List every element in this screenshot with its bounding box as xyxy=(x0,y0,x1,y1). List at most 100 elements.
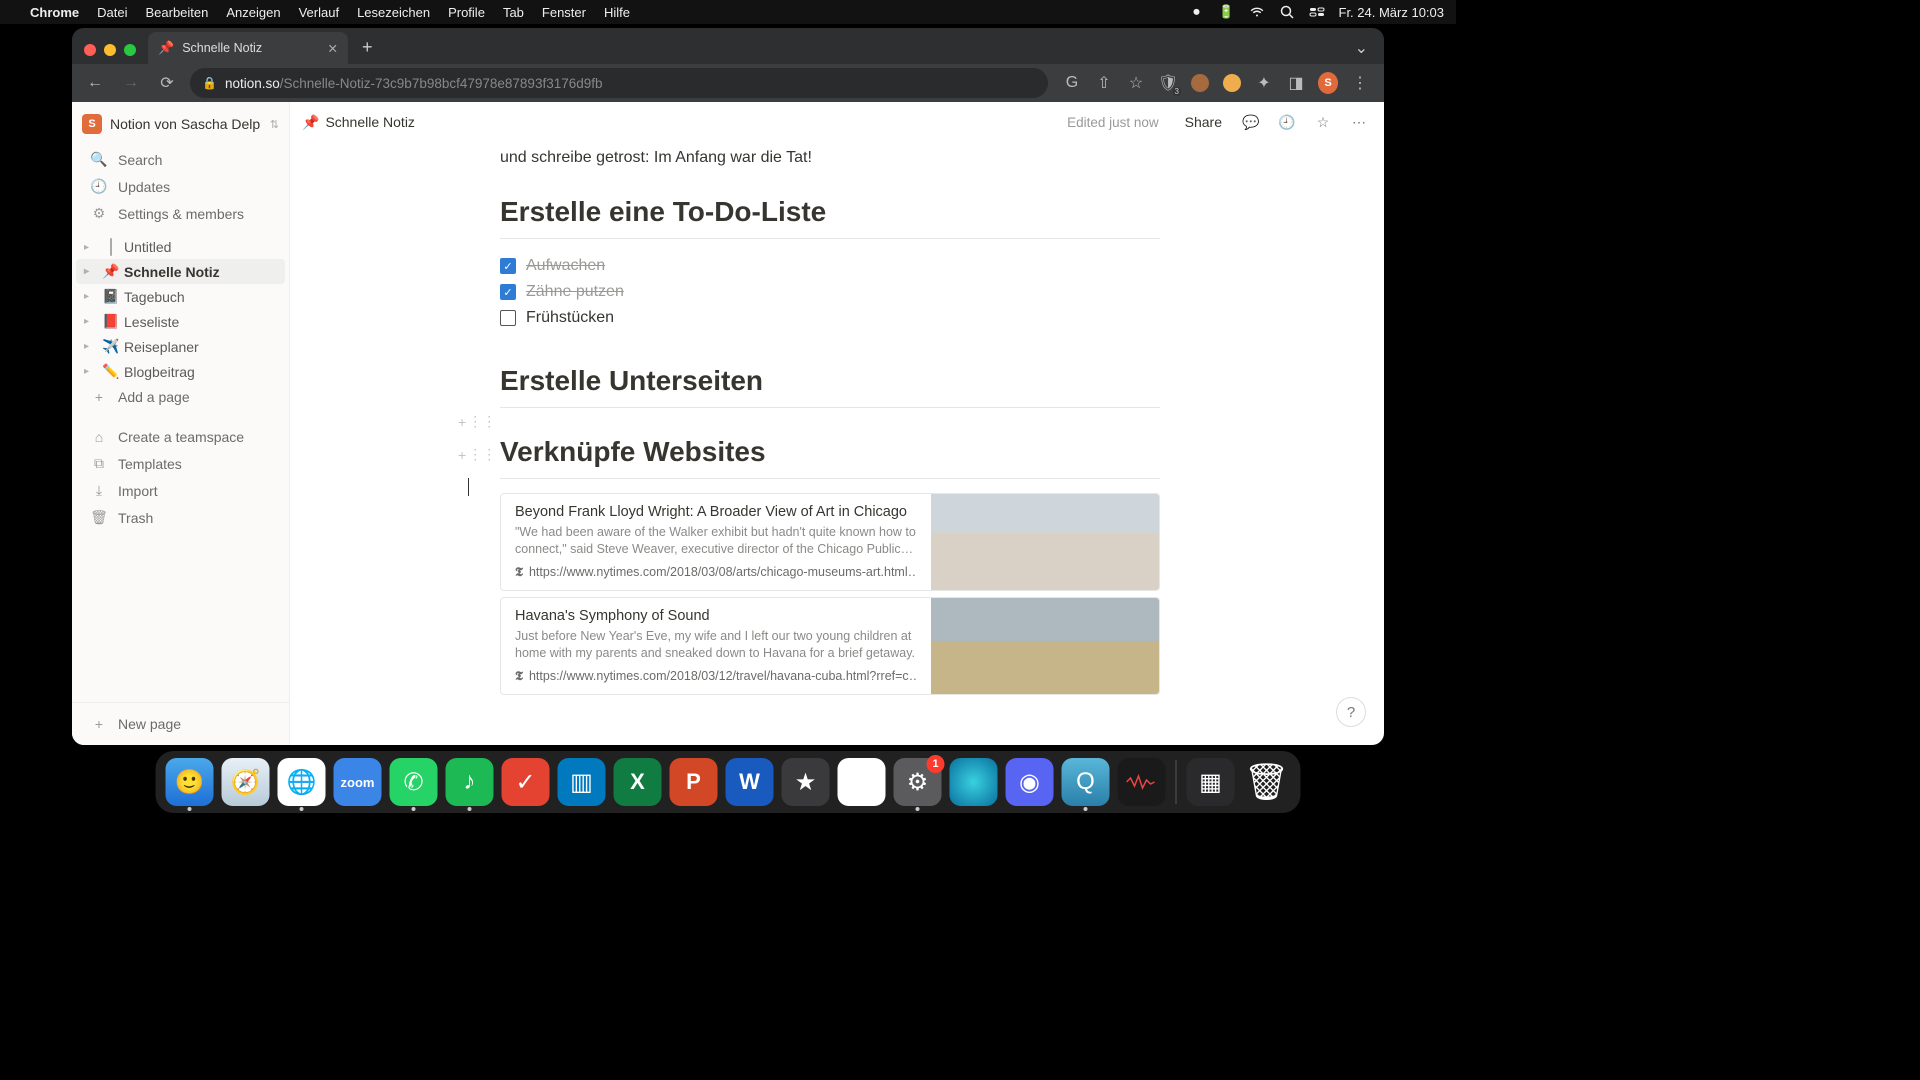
extension-icon[interactable] xyxy=(1222,73,1242,93)
heading-todo[interactable]: Erstelle eine To-Do-Liste xyxy=(500,196,1160,228)
menu-lesezeichen[interactable]: Lesezeichen xyxy=(357,5,430,20)
dock-app-settings[interactable]: ⚙1 xyxy=(894,758,942,806)
sidebar-new-page[interactable]: + New page xyxy=(76,711,285,737)
caret-icon[interactable]: ▸ xyxy=(84,266,98,277)
sidebar-page-leseliste[interactable]: ▸ 📕 Leseliste xyxy=(76,309,285,334)
dock-app-whatsapp[interactable]: ✆ xyxy=(390,758,438,806)
heading-links[interactable]: Verknüpfe Websites xyxy=(500,436,1160,468)
todo-label[interactable]: Aufwachen xyxy=(526,257,605,275)
block-handle[interactable]: + ⋮⋮ xyxy=(458,413,496,430)
menu-bearbeiten[interactable]: Bearbeiten xyxy=(145,5,208,20)
dock-app-finder[interactable]: 🙂 xyxy=(166,758,214,806)
menu-verlauf[interactable]: Verlauf xyxy=(299,5,339,20)
dock-app-siri[interactable] xyxy=(950,758,998,806)
menubar-app-name[interactable]: Chrome xyxy=(30,5,79,20)
dock-app-powerpoint[interactable]: P xyxy=(670,758,718,806)
sidebar-settings[interactable]: ⚙ Settings & members xyxy=(76,200,285,227)
caret-icon[interactable]: ▸ xyxy=(84,341,98,352)
dock-app-trello[interactable]: ▥ xyxy=(558,758,606,806)
web-bookmark[interactable]: Havana's Symphony of Sound Just before N… xyxy=(500,597,1160,695)
tab-list-chevron-icon[interactable]: ⌄ xyxy=(1347,38,1376,64)
favorite-star-icon[interactable]: ☆ xyxy=(1310,109,1336,135)
lock-icon[interactable]: 🔒 xyxy=(202,76,217,90)
dock-app-chrome[interactable]: 🌐 xyxy=(278,758,326,806)
updates-clock-icon[interactable]: 🕘 xyxy=(1274,109,1300,135)
dock-app-quicktime[interactable]: Q xyxy=(1062,758,1110,806)
breadcrumb[interactable]: 📌 Schnelle Notiz xyxy=(302,114,415,131)
window-minimize-button[interactable] xyxy=(104,44,116,56)
spotlight-icon[interactable] xyxy=(1279,4,1295,20)
page-content[interactable]: und schreibe getrost: Im Anfang war die … xyxy=(290,142,1384,745)
todo-label[interactable]: Zähne putzen xyxy=(526,283,624,301)
todo-item[interactable]: ✓ Zähne putzen xyxy=(500,279,1160,305)
checkbox-checked-icon[interactable]: ✓ xyxy=(500,258,516,274)
sidebar-add-page[interactable]: + Add a page xyxy=(76,384,285,410)
empty-block[interactable]: + ⋮⋮ xyxy=(500,407,1160,408)
todo-label[interactable]: Frühstücken xyxy=(526,309,614,327)
block-handle[interactable]: + ⋮⋮ xyxy=(458,446,496,463)
caret-icon[interactable]: ▸ xyxy=(84,291,98,302)
plus-icon[interactable]: + xyxy=(458,414,466,430)
drag-handle-icon[interactable]: ⋮⋮ xyxy=(468,413,496,430)
comments-icon[interactable]: 💬 xyxy=(1238,109,1264,135)
new-tab-button[interactable]: + xyxy=(354,37,381,64)
share-button[interactable]: Share xyxy=(1179,110,1228,134)
more-menu-icon[interactable]: ⋯ xyxy=(1346,109,1372,135)
sidebar-page-untitled[interactable]: ▸ Untitled xyxy=(76,235,285,259)
menu-profile[interactable]: Profile xyxy=(448,5,485,20)
dock-app-voicememos[interactable] xyxy=(1118,758,1166,806)
dock-app-launchpad[interactable]: ▦ xyxy=(1187,758,1235,806)
browser-tab[interactable]: 📌 Schnelle Notiz ✕ xyxy=(148,32,348,64)
dock-app-excel[interactable]: X xyxy=(614,758,662,806)
control-center-icon[interactable] xyxy=(1309,4,1325,20)
window-zoom-button[interactable] xyxy=(124,44,136,56)
battery-icon[interactable]: 🔋 xyxy=(1219,4,1235,20)
help-button[interactable]: ? xyxy=(1336,697,1366,727)
todo-item[interactable]: Frühstücken xyxy=(500,305,1160,331)
menu-anzeigen[interactable]: Anzeigen xyxy=(226,5,280,20)
plus-icon[interactable]: + xyxy=(458,447,466,463)
menu-tab[interactable]: Tab xyxy=(503,5,524,20)
workspace-switcher[interactable]: S Notion von Sascha Delp ⇅ xyxy=(72,102,289,146)
dock-app-todoist[interactable]: ✓ xyxy=(502,758,550,806)
menu-datei[interactable]: Datei xyxy=(97,5,127,20)
dock-app-discord[interactable]: ◉ xyxy=(1006,758,1054,806)
sidebar-page-reiseplaner[interactable]: ▸ ✈️ Reiseplaner xyxy=(76,334,285,359)
menu-fenster[interactable]: Fenster xyxy=(542,5,586,20)
extensions-puzzle-icon[interactable]: ✦ xyxy=(1254,73,1274,93)
profile-avatar[interactable]: S xyxy=(1318,73,1338,93)
dock-app-imovie[interactable]: ★ xyxy=(782,758,830,806)
dock-app-spotify[interactable]: ♪ xyxy=(446,758,494,806)
heading-subpages[interactable]: Erstelle Unterseiten xyxy=(500,365,1160,397)
extension-shield-icon[interactable]: 🛡3 xyxy=(1158,73,1178,93)
address-bar[interactable]: 🔒 notion.so/Schnelle-Notiz-73c9b7b98bcf4… xyxy=(190,68,1048,98)
drag-handle-icon[interactable]: ⋮⋮ xyxy=(468,446,496,463)
screenrecord-icon[interactable]: ⏺ xyxy=(1189,4,1205,20)
wifi-icon[interactable] xyxy=(1249,4,1265,20)
sidepanel-icon[interactable]: ◨ xyxy=(1286,73,1306,93)
sidebar-page-blogbeitrag[interactable]: ▸ ✏️ Blogbeitrag xyxy=(76,359,285,384)
forward-button[interactable]: → xyxy=(118,70,144,96)
window-close-button[interactable] xyxy=(84,44,96,56)
sidebar-templates[interactable]: ⧉ Templates xyxy=(76,450,285,477)
sidebar-create-teamspace[interactable]: ⌂ Create a teamspace xyxy=(76,424,285,450)
caret-icon[interactable]: ▸ xyxy=(84,242,98,253)
tab-close-icon[interactable]: ✕ xyxy=(328,41,338,56)
dock-app-gdrive[interactable]: △ xyxy=(838,758,886,806)
checkbox-checked-icon[interactable]: ✓ xyxy=(500,284,516,300)
sidebar-page-tagebuch[interactable]: ▸ 📓 Tagebuch xyxy=(76,284,285,309)
caret-icon[interactable]: ▸ xyxy=(84,366,98,377)
text-block[interactable]: und schreibe getrost: Im Anfang war die … xyxy=(500,146,1160,170)
dock-app-word[interactable]: W xyxy=(726,758,774,806)
dock-trash[interactable]: 🗑 xyxy=(1243,758,1291,806)
dock-app-safari[interactable]: 🧭 xyxy=(222,758,270,806)
share-icon[interactable]: ⇧ xyxy=(1094,73,1114,93)
sidebar-search[interactable]: 🔍 Search xyxy=(76,146,285,173)
google-translate-icon[interactable]: G xyxy=(1062,73,1082,93)
sidebar-import[interactable]: ⤓ Import xyxy=(76,477,285,504)
sidebar-updates[interactable]: 🕘 Updates xyxy=(76,173,285,200)
menubar-clock[interactable]: Fr. 24. März 10:03 xyxy=(1339,5,1445,20)
chrome-menu-icon[interactable]: ⋮ xyxy=(1350,73,1370,93)
checkbox-unchecked-icon[interactable] xyxy=(500,310,516,326)
sidebar-page-schnelle-notiz[interactable]: ▸ 📌 Schnelle Notiz xyxy=(76,259,285,284)
